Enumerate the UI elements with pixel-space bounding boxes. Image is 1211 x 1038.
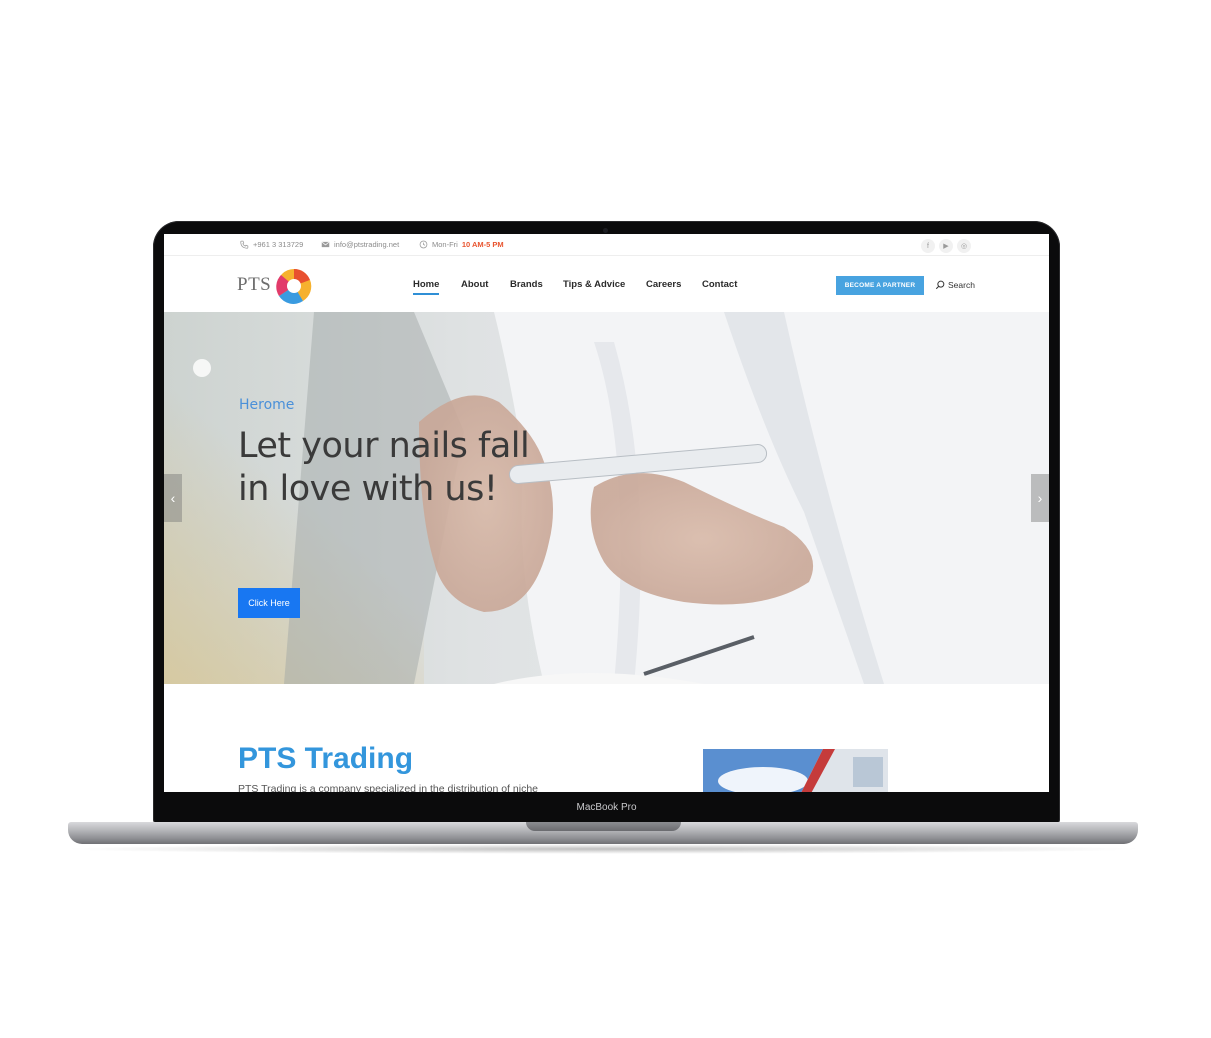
- hero-subtitle: Herome: [239, 397, 295, 413]
- laptop-shadow: [60, 844, 1146, 854]
- search-label: Search: [948, 280, 975, 290]
- clock-icon: [419, 240, 428, 249]
- facebook-icon[interactable]: f: [921, 239, 935, 253]
- hours-info: Mon-Fri 10 AM-5 PM: [419, 240, 504, 249]
- mail-icon: [321, 241, 330, 248]
- youtube-icon[interactable]: ▶: [939, 239, 953, 253]
- instagram-icon[interactable]: ◎: [957, 239, 971, 253]
- hours-value: 10 AM-5 PM: [461, 240, 504, 249]
- hero-title-line-2: in love with us!: [238, 469, 498, 509]
- nav-brands[interactable]: Brands: [510, 279, 543, 290]
- camera: [603, 228, 608, 233]
- nav-about[interactable]: About: [461, 279, 488, 290]
- hero-title: Let your nails fall in love with us!: [238, 425, 658, 511]
- laptop-hinge-notch: [526, 822, 681, 831]
- phone-icon: [240, 240, 249, 249]
- become-partner-button[interactable]: BECOME A PARTNER: [836, 276, 924, 295]
- nav-contact[interactable]: Contact: [702, 279, 737, 290]
- nav-tips-advice[interactable]: Tips & Advice: [563, 279, 625, 290]
- social-links: f ▶ ◎: [921, 239, 971, 253]
- hero-click-here-button[interactable]: Click Here: [238, 588, 300, 618]
- site-header: PTS Home About Brands Tips & Advice Care…: [164, 257, 1049, 312]
- nav-home[interactable]: Home: [413, 279, 440, 295]
- site-logo[interactable]: PTS: [237, 265, 317, 305]
- section-text: PTS Trading is a company specialized in …: [238, 783, 538, 792]
- hours-prefix: Mon-Fri: [432, 240, 458, 249]
- email-info[interactable]: info@ptstrading.net: [321, 240, 399, 249]
- section-title: PTS Trading: [238, 742, 414, 775]
- phone-number: +961 3 313729: [253, 240, 304, 249]
- browser-screen: +961 3 313729 info@ptstrading.net Mon-Fr…: [164, 234, 1049, 792]
- search-icon: [935, 280, 945, 290]
- nav-careers[interactable]: Careers: [646, 279, 681, 290]
- section-image: [703, 749, 888, 792]
- logo-text: PTS: [237, 274, 272, 295]
- search-link[interactable]: Search: [935, 280, 975, 290]
- hero-slider: Herome Let your nails fall in love with …: [164, 312, 1049, 684]
- phone-info[interactable]: +961 3 313729: [240, 240, 303, 249]
- hero-title-line-1: Let your nails fall: [238, 426, 530, 466]
- email-address: info@ptstrading.net: [334, 240, 400, 249]
- top-info-bar: +961 3 313729 info@ptstrading.net Mon-Fr…: [164, 234, 1049, 256]
- slider-next-arrow[interactable]: ›: [1031, 474, 1049, 522]
- device-label: MacBook Pro: [576, 802, 637, 813]
- logo-mark-icon: [276, 268, 312, 304]
- slider-prev-arrow[interactable]: ‹: [164, 474, 182, 522]
